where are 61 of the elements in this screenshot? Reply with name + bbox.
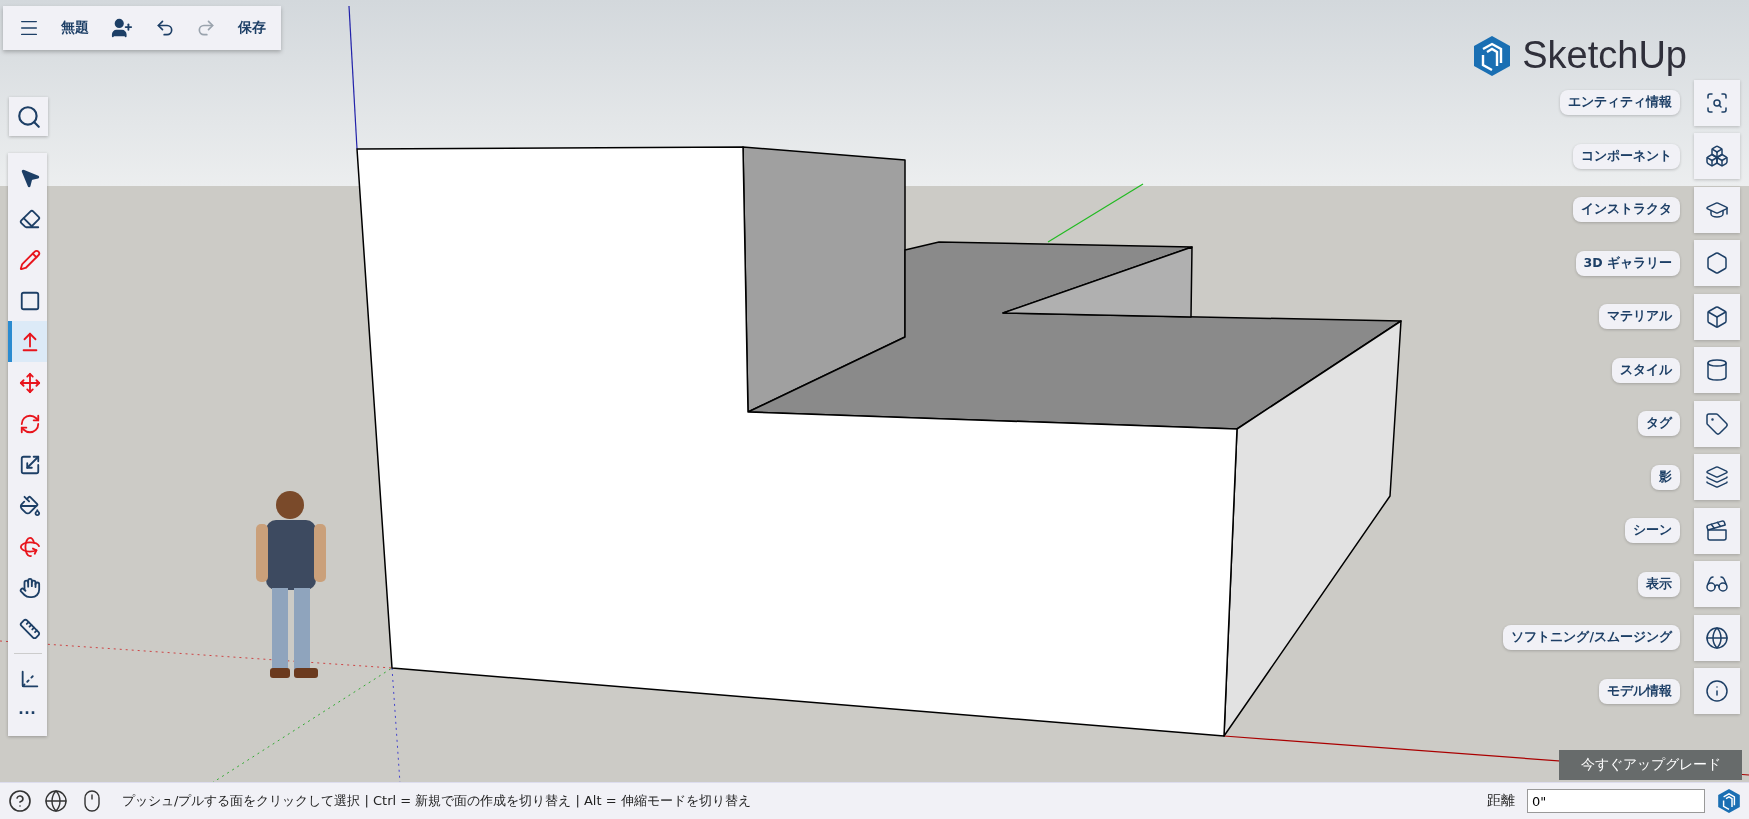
logo-icon (1472, 34, 1513, 77)
logo-icon (1717, 788, 1741, 814)
panel-button[interactable] (1694, 347, 1740, 394)
upgrade-button[interactable]: 今すぐアップグレード (1559, 750, 1742, 780)
redo-icon (196, 18, 217, 38)
panel-button[interactable] (1694, 79, 1740, 126)
cylinder-icon (1705, 358, 1729, 383)
save-button[interactable]: 保存 (236, 17, 269, 39)
panel-button[interactable] (1694, 133, 1740, 180)
panel-button[interactable] (1694, 454, 1740, 501)
measure-field[interactable]: 0" (1527, 789, 1705, 813)
panel-label[interactable]: エンティティ情報 (1560, 90, 1680, 116)
panel-label[interactable]: インストラクタ (1573, 197, 1680, 223)
logo-text: SketchUp (1522, 34, 1687, 77)
panel-button[interactable] (1694, 240, 1740, 287)
search-icon (15, 103, 42, 130)
entity-info-icon (1705, 90, 1729, 115)
panel-button[interactable] (1694, 507, 1740, 554)
shadow-icon (1705, 465, 1729, 490)
cube-icon (1705, 304, 1729, 329)
panel-button[interactable] (1694, 400, 1740, 447)
globe-icon (1705, 625, 1729, 650)
help-icon[interactable] (8, 789, 32, 813)
pencil-icon (18, 248, 41, 271)
panel-label[interactable]: 表示 (1638, 571, 1680, 597)
measure-label: 距離 (1487, 792, 1515, 810)
panel-label[interactable]: スタイル (1612, 357, 1680, 383)
panel-button[interactable] (1694, 186, 1740, 233)
scale-icon (18, 453, 41, 476)
tag-icon (1705, 411, 1729, 436)
add-user-icon (111, 17, 134, 39)
panel-label[interactable]: モデル情報 (1599, 678, 1680, 704)
panel-label[interactable]: ソフトニング/スムージング (1503, 625, 1680, 651)
cubes-icon (1705, 144, 1729, 169)
eraser-icon (18, 207, 41, 230)
panel-label[interactable]: マテリアル (1599, 304, 1680, 330)
panel-button[interactable] (1694, 561, 1740, 608)
panel-label[interactable]: 影 (1651, 464, 1680, 490)
undo-icon (154, 18, 175, 38)
model-title[interactable]: 無題 (59, 17, 92, 39)
rectangle-icon (18, 289, 41, 312)
globe-icon[interactable] (44, 789, 68, 813)
paint-bucket-icon (18, 494, 41, 517)
more-tools-button[interactable]: ··· (18, 699, 37, 728)
tape-measure-icon (18, 617, 41, 640)
search-button[interactable] (9, 97, 48, 136)
panel-label[interactable]: シーン (1625, 518, 1680, 544)
panel-label[interactable]: タグ (1638, 411, 1680, 437)
orbit-icon (18, 535, 41, 558)
status-hint: プッシュ/プルする面をクリックして選択 | Ctrl = 新規で面の作成を切り替え | Alt = 伸縮モードを切り替え (122, 792, 752, 810)
info-icon (1705, 679, 1729, 704)
panel-button[interactable] (1694, 668, 1740, 715)
panel-button[interactable] (1694, 293, 1740, 340)
panel-button[interactable] (1694, 614, 1740, 661)
hexagon-icon (1705, 251, 1729, 276)
hand-icon (18, 576, 41, 599)
clapperboard-icon (1705, 518, 1729, 543)
panel-label[interactable]: コンポーネント (1573, 143, 1680, 169)
panel-label[interactable]: 3D ギャラリー (1575, 250, 1680, 276)
rotate-icon (18, 412, 41, 435)
move-icon (18, 371, 41, 394)
